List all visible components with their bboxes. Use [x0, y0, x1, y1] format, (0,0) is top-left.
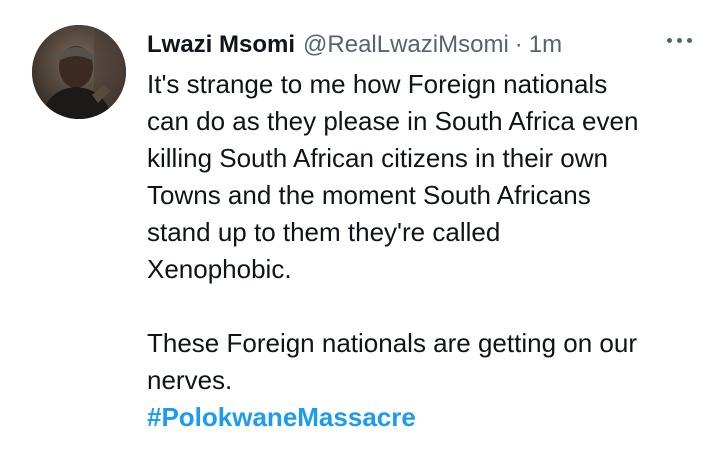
timestamp[interactable]: 1m	[529, 28, 562, 62]
tweet-card[interactable]: Lwazi Msomi @RealLwaziMsomi · 1m It's st…	[0, 0, 720, 453]
user-handle[interactable]: @RealLwaziMsomi	[303, 28, 509, 62]
more-dot	[687, 38, 692, 43]
display-name[interactable]: Lwazi Msomi	[147, 28, 295, 62]
tweet-text: It's strange to me how Foreign nationals…	[147, 66, 707, 436]
tweet-line: Xenophobic.	[147, 254, 292, 284]
more-dot	[667, 38, 672, 43]
tweet-header: Lwazi Msomi @RealLwaziMsomi · 1m	[147, 28, 692, 62]
hashtag-link[interactable]: #PolokwaneMassacre	[147, 399, 707, 436]
avatar[interactable]	[32, 25, 126, 119]
more-dot	[677, 38, 682, 43]
tweet-line: It's strange to me how Foreign nationals	[147, 69, 608, 99]
tweet-line: stand up to them they're called	[147, 217, 501, 247]
tweet-line: nerves.	[147, 365, 233, 395]
tweet-line: can do as they please in South Africa ev…	[147, 106, 639, 136]
avatar-photo	[32, 25, 126, 119]
more-horizontal-icon[interactable]	[667, 38, 692, 43]
tweet-line: Towns and the moment South Africans	[147, 180, 591, 210]
tweet-content: Lwazi Msomi @RealLwaziMsomi · 1m It's st…	[147, 28, 692, 436]
separator-dot: ·	[514, 31, 523, 58]
tweet-line: These Foreign nationals are getting on o…	[147, 328, 637, 358]
tweet-line: killing South African citizens in their …	[147, 143, 609, 173]
